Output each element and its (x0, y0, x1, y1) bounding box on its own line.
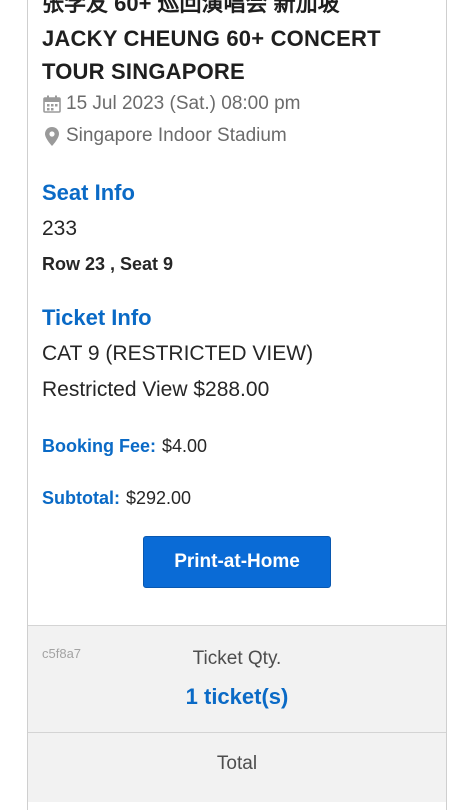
booking-fee-row: Booking Fee: $4.00 (42, 436, 207, 457)
seat-info-heading: Seat Info (42, 180, 135, 205)
seat-row-seat: Row 23 , Seat 9 (42, 254, 174, 274)
total-label: Total (216, 753, 258, 774)
event-date-row: 15 Jul 2023 (Sat.) 08:00 pm (42, 93, 300, 115)
booking-fee-label: Booking Fee: (42, 436, 157, 456)
subtotal-label: Subtotal: (42, 488, 120, 508)
ticket-qty-value: 1 ticket(s) (185, 684, 289, 709)
event-title: JACKY CHEUNG 60+ CONCERT TOUR SINGAPORE (42, 26, 381, 84)
ticket-qty-panel: c5f8a7 Ticket Qty. 1 ticket(s) (28, 625, 446, 732)
ticket-category: CAT 9 (RESTRICTED VIEW) (42, 342, 314, 365)
event-date: 15 Jul 2023 (Sat.) 08:00 pm (66, 93, 301, 114)
subtotal-row: Subtotal: $292.00 (42, 488, 191, 509)
print-at-home-button[interactable]: Print-at-Home (143, 536, 331, 588)
map-pin-icon (42, 126, 62, 146)
ticket-price: Restricted View $288.00 (42, 378, 270, 401)
calendar-icon (42, 94, 62, 114)
event-title-chinese: 张学友 60+ 巡回演唱会 新加坡 (42, 0, 340, 16)
ticket-qty-label: Ticket Qty. (192, 648, 282, 669)
seat-section: 233 (42, 217, 78, 240)
subtotal-value: $292.00 (126, 488, 192, 508)
event-venue: Singapore Indoor Stadium (66, 125, 287, 146)
event-venue-row: Singapore Indoor Stadium (42, 125, 287, 147)
booking-fee-value: $4.00 (162, 436, 208, 456)
total-panel: Total (28, 732, 446, 802)
ticket-info-heading: Ticket Info (42, 305, 152, 330)
